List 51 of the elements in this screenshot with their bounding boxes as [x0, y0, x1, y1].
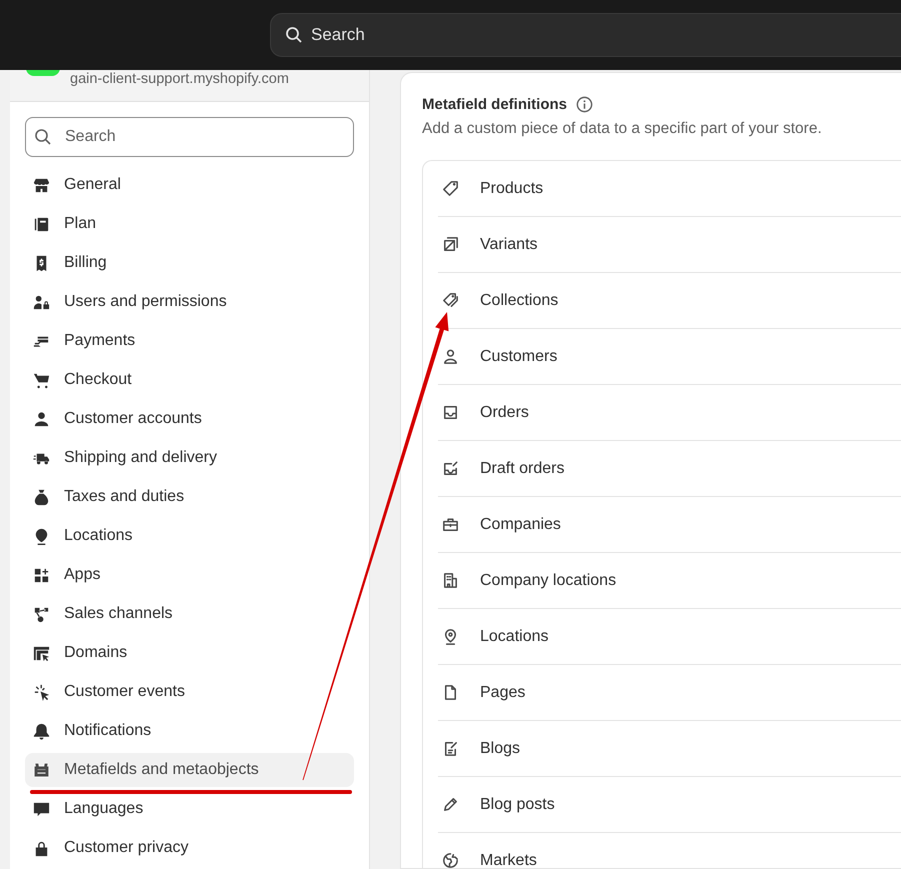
tags-icon [441, 291, 460, 310]
pencil-icon [441, 795, 460, 814]
definition-item[interactable]: Draft orders [438, 441, 901, 497]
inbox-edit-icon [441, 459, 460, 478]
nav-item[interactable]: Domains [25, 636, 354, 670]
definition-item[interactable]: Companies [438, 497, 901, 553]
definition-item[interactable]: Locations [438, 609, 901, 665]
nav-item[interactable]: Apps [25, 558, 354, 592]
search-field[interactable]: Search [270, 13, 901, 57]
definition-item[interactable]: Blogs [438, 721, 901, 777]
tag-icon [441, 179, 460, 198]
person-icon [441, 347, 460, 366]
store-domain: gain-client-support.myshopify.com [70, 71, 289, 88]
nav-item[interactable]: Metafields and metaobjects [25, 753, 354, 787]
nav-item[interactable]: Billing [25, 246, 354, 280]
nav-item[interactable]: Users and permissions [25, 285, 354, 319]
definition-item[interactable]: Orders [438, 385, 901, 441]
nav-item[interactable]: Locations [25, 519, 354, 553]
nav-item[interactable]: Customer privacy [25, 831, 354, 865]
nav-item[interactable]: General [25, 168, 354, 202]
nav-item[interactable]: Notifications [25, 714, 354, 748]
info-icon[interactable] [575, 95, 594, 114]
nav-item[interactable]: Sales channels [25, 597, 354, 631]
square-slash-icon [441, 235, 460, 254]
definition-item[interactable]: Products [438, 161, 901, 217]
nav-item[interactable]: Customer accounts [25, 402, 354, 436]
cursor-click-icon [32, 682, 51, 702]
nav-item[interactable]: Checkout [25, 363, 354, 397]
person-icon [32, 410, 51, 428]
nav-item[interactable]: Payments [25, 324, 354, 358]
search-field[interactable]: Search [25, 117, 354, 157]
nav-item[interactable]: Customer events [25, 675, 354, 709]
search-icon [284, 25, 304, 45]
section-title: Metafield definitions [422, 96, 568, 113]
nav-item[interactable]: Plan [25, 207, 354, 241]
bell-icon [32, 722, 51, 740]
search-icon [33, 127, 53, 147]
section-description: Add a custom piece of data to a specific part of your store. [422, 120, 823, 138]
definition-item[interactable]: Company locations [438, 553, 901, 609]
nav-item[interactable]: Languages [25, 792, 354, 826]
nav-item[interactable]: Shipping and delivery [25, 441, 354, 475]
globe-icon [441, 851, 460, 869]
money-bag-icon [32, 488, 51, 506]
building-icon [441, 571, 460, 590]
definition-item[interactable]: Markets [438, 833, 901, 869]
definition-item[interactable]: Pages [438, 665, 901, 721]
nav-item[interactable]: Taxes and duties [25, 480, 354, 514]
definition-item[interactable]: Blog posts [438, 777, 901, 833]
definition-item[interactable]: Variants [438, 217, 901, 273]
inbox-icon [441, 403, 460, 422]
frame-icon [32, 760, 51, 780]
